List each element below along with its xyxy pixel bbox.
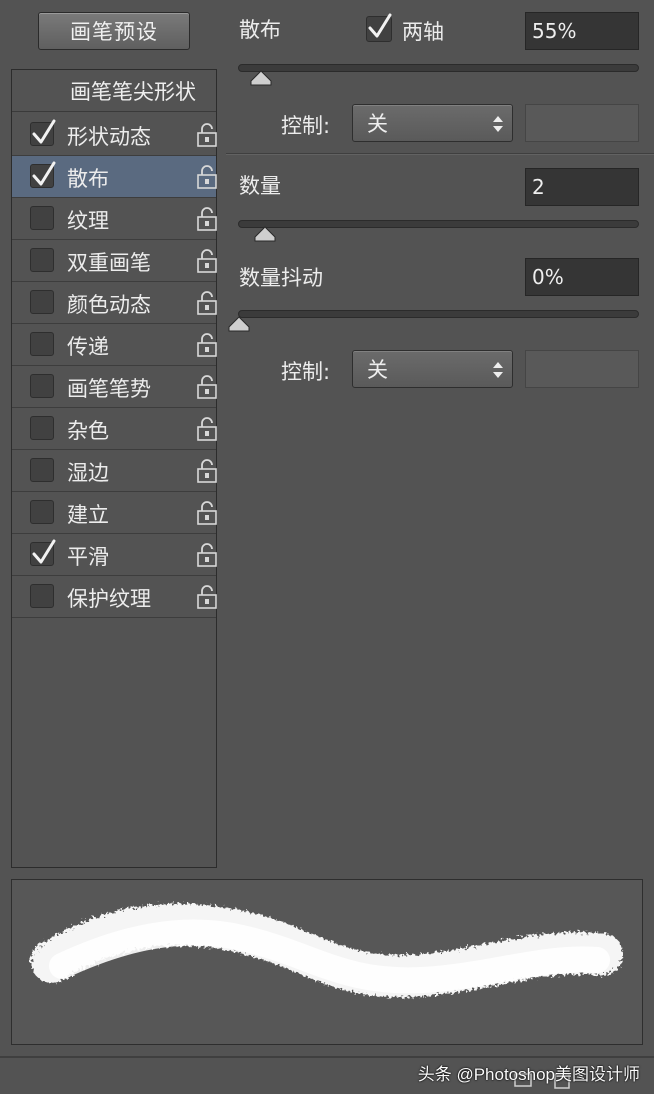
checkmark-icon <box>32 119 56 144</box>
list-item[interactable]: 双重画笔 <box>12 240 218 282</box>
lock-icon[interactable] <box>196 207 218 231</box>
list-item[interactable]: 传递 <box>12 324 218 366</box>
list-item-label: 传递 <box>67 335 109 359</box>
lock-icon[interactable] <box>196 123 218 147</box>
count-slider[interactable] <box>238 220 639 228</box>
count-slider-thumb[interactable] <box>254 226 276 242</box>
option-checkbox[interactable] <box>30 248 54 272</box>
brush-tip-shape-item[interactable]: 画笔笔尖形状 <box>12 70 216 112</box>
lock-icon[interactable] <box>196 501 218 525</box>
list-item[interactable]: 湿边 <box>12 450 218 492</box>
scatter-control-value: 关 <box>367 112 388 136</box>
scatter-control-select[interactable]: 关 <box>352 104 513 142</box>
list-item[interactable]: 形状动态 <box>12 114 218 156</box>
list-item-label: 双重画笔 <box>67 251 151 275</box>
option-checkbox[interactable] <box>30 416 54 440</box>
count-jitter-slider[interactable] <box>238 310 639 318</box>
option-checkbox[interactable] <box>30 290 54 314</box>
count-jitter-control-label: 控制: <box>281 360 331 384</box>
watermark-text: 头条 @Photoshop美图设计师 <box>417 1065 640 1084</box>
count-label: 数量 <box>239 174 281 198</box>
scatter-control-extra-field <box>525 104 639 142</box>
list-item[interactable]: 保护纹理 <box>12 576 218 618</box>
count-jitter-value-field[interactable]: 0% <box>525 258 639 296</box>
count-jitter-slider-thumb[interactable] <box>228 316 250 332</box>
list-item[interactable]: 颜色动态 <box>12 282 218 324</box>
option-checkbox[interactable] <box>30 539 56 566</box>
count-jitter-label: 数量抖动 <box>239 266 323 290</box>
lock-icon[interactable] <box>196 333 218 357</box>
option-checkbox[interactable] <box>30 500 54 524</box>
lock-icon[interactable] <box>196 543 218 567</box>
section-divider <box>226 153 654 155</box>
list-item-label: 画笔笔势 <box>67 377 151 401</box>
scatter-slider-thumb[interactable] <box>250 70 272 86</box>
updown-arrows-icon <box>493 116 503 132</box>
brush-stroke-image <box>31 903 623 998</box>
list-item-label: 湿边 <box>67 461 109 485</box>
list-item-label: 纹理 <box>67 209 109 233</box>
list-item[interactable]: 建立 <box>12 492 218 534</box>
brush-stroke-preview <box>11 879 643 1045</box>
list-item-label: 散布 <box>67 167 109 191</box>
option-checkbox[interactable] <box>30 584 54 608</box>
scatter-label: 散布 <box>239 18 281 42</box>
list-item[interactable]: 杂色 <box>12 408 218 450</box>
lock-icon[interactable] <box>196 375 218 399</box>
list-item[interactable]: 平滑 <box>12 534 218 576</box>
lock-icon[interactable] <box>196 165 218 189</box>
both-axes-label: 两轴 <box>402 20 444 44</box>
option-checkbox[interactable] <box>30 119 56 146</box>
list-item-label: 建立 <box>67 503 109 527</box>
list-item-label: 保护纹理 <box>67 587 151 611</box>
option-checkbox[interactable] <box>30 458 54 482</box>
both-axes-checkbox[interactable] <box>366 13 392 42</box>
scatter-value-field[interactable]: 55% <box>525 12 639 50</box>
lock-icon[interactable] <box>196 585 218 609</box>
option-checkbox[interactable] <box>30 206 54 230</box>
lock-icon[interactable] <box>196 249 218 273</box>
list-item-label: 杂色 <box>67 419 109 443</box>
list-item[interactable]: 散布 <box>12 156 218 198</box>
checkmark-icon <box>32 539 56 564</box>
count-jitter-control-select[interactable]: 关 <box>352 350 513 388</box>
list-item-label: 形状动态 <box>67 125 151 149</box>
lock-icon[interactable] <box>196 417 218 441</box>
lock-icon[interactable] <box>196 291 218 315</box>
list-item-label: 颜色动态 <box>67 293 151 317</box>
lock-icon[interactable] <box>196 459 218 483</box>
brush-settings-list-panel: 画笔笔尖形状 形状动态散布纹理双重画笔颜色动态传递画笔笔势杂色湿边建立平滑保护纹… <box>11 69 217 868</box>
brush-presets-button[interactable]: 画笔预设 <box>38 12 190 50</box>
scatter-control-label: 控制: <box>281 114 331 138</box>
checkmark-icon <box>32 161 56 186</box>
checkmark-icon <box>368 13 392 38</box>
list-item[interactable]: 画笔笔势 <box>12 366 218 408</box>
list-item-label: 平滑 <box>67 545 109 569</box>
option-checkbox[interactable] <box>30 332 54 356</box>
count-jitter-control-extra-field <box>525 350 639 388</box>
updown-arrows-icon <box>493 362 503 378</box>
count-jitter-control-value: 关 <box>367 358 388 382</box>
option-checkbox[interactable] <box>30 161 56 188</box>
list-item[interactable]: 纹理 <box>12 198 218 240</box>
scatter-slider[interactable] <box>238 64 639 72</box>
count-value-field[interactable]: 2 <box>525 168 639 206</box>
footer-divider <box>0 1056 654 1058</box>
option-checkbox[interactable] <box>30 374 54 398</box>
brush-option-list: 形状动态散布纹理双重画笔颜色动态传递画笔笔势杂色湿边建立平滑保护纹理 <box>12 114 218 618</box>
